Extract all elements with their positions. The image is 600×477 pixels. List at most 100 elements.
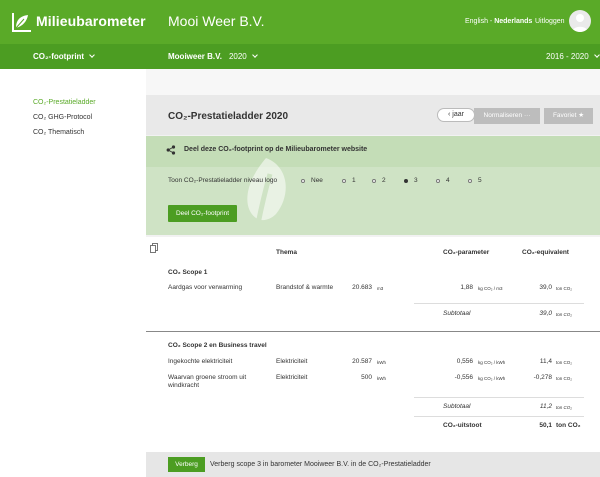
share-icon <box>166 145 176 155</box>
logo-level-option-2[interactable]: 2 <box>372 177 386 184</box>
option-label: 4 <box>446 177 450 184</box>
option-label: Nee <box>311 177 323 184</box>
column-header-parameter: CO₂-parameter <box>443 249 490 256</box>
share-footprint-button[interactable]: Deel CO₂-footprint <box>168 205 237 222</box>
table-row-amount-unit: kWh <box>377 360 386 365</box>
copy-icon[interactable] <box>150 243 158 253</box>
scope1-subtotal-label: Subtotaal <box>443 310 471 317</box>
radio-icon <box>372 178 376 183</box>
table-row-theme: Brandstof & warmte <box>276 284 334 291</box>
language-dutch[interactable]: Nederlands <box>494 18 532 25</box>
sidebar: CO₂-Prestatieladder CO₂ GHG-Protocol CO₂… <box>0 69 146 477</box>
total-label: CO₂-uitstoot <box>443 422 482 429</box>
favorite-button[interactable]: Favoriet ★ <box>544 108 593 124</box>
module-dropdown[interactable]: CO₂-footprint <box>33 52 95 61</box>
sidebar-item-ghg-protocol[interactable]: CO₂ GHG-Protocol <box>33 114 92 121</box>
chevron-down-icon <box>593 52 600 58</box>
logo-level-option-4[interactable]: 4 <box>436 177 450 184</box>
table-row-theme: Elektriciteit <box>276 358 308 365</box>
logo-level-option-1[interactable]: 1 <box>342 177 356 184</box>
radio-icon <box>436 178 440 183</box>
divider <box>414 303 584 304</box>
table-row-name: Ingekochte elektriciteit <box>168 358 233 365</box>
share-panel: Deel deze CO₂-footprint op de Milieubaro… <box>146 136 600 235</box>
option-label: 1 <box>352 177 356 184</box>
option-label: 2 <box>382 177 386 184</box>
radio-selected-icon <box>404 178 408 183</box>
table-row-theme: Elektriciteit <box>276 374 308 381</box>
scope2-title: CO₂ Scope 2 en Business travel <box>168 342 267 349</box>
table-row-parameter-unit: kg CO₂ / kWh <box>478 360 506 365</box>
logo-level-option-3[interactable]: 3 <box>404 177 418 184</box>
period-label: 2016 - 2020 <box>546 52 589 61</box>
table-row-amount-unit: kWh <box>377 376 386 381</box>
main-content: CO₂-Prestatieladder 2020 ‹ jaar Normalis… <box>146 69 600 477</box>
table-row-parameter: 1,88 <box>460 284 473 291</box>
brand-name[interactable]: Milieubarometer <box>36 13 146 29</box>
page-title: CO₂-Prestatieladder 2020 <box>168 111 289 122</box>
year-label: 2020 <box>228 52 247 61</box>
divider <box>414 416 584 417</box>
leaf-watermark-icon <box>247 158 286 225</box>
scope1-title: CO₂ Scope 1 <box>168 269 208 276</box>
table-row-name: Waarvan groene stroom uit windkracht <box>168 374 247 389</box>
logout-link[interactable]: Uitloggen <box>535 18 565 25</box>
sidebar-item-prestatieladder[interactable]: CO₂-Prestatieladder <box>33 99 96 106</box>
table-row-parameter-unit: kg CO₂ / m3 <box>478 286 503 291</box>
table-row-amount: 20.587 <box>352 358 372 365</box>
table-row-equivalent: -0,278 <box>533 374 552 381</box>
scope2-subtotal-label: Subtotaal <box>443 403 471 410</box>
share-title: Deel deze CO₂-footprint op de Milieubaro… <box>184 146 368 153</box>
scope2-subtotal-unit: ton CO₂ <box>556 405 572 410</box>
sidebar-item-thematisch[interactable]: CO₂ Thematisch <box>33 129 84 136</box>
logo-level-option-nee[interactable]: Nee <box>301 177 323 184</box>
normalize-button[interactable]: Normaliseren ··· <box>474 108 540 124</box>
hide-scope3-button[interactable]: Verberg <box>168 457 205 472</box>
milieubarometer-logo-icon[interactable] <box>10 10 34 34</box>
radio-icon <box>468 178 472 183</box>
entity-label: Mooiweer B.V. <box>168 52 222 61</box>
period-dropdown[interactable]: 2016 - 2020 <box>546 52 600 61</box>
column-header-theme: Thema <box>276 249 297 256</box>
table-row-name: Aardgas voor verwarming <box>168 284 243 291</box>
context-bar: CO₂-footprint Mooiweer B.V. 2020 2016 - … <box>0 44 600 69</box>
language-switch: English - Nederlands <box>465 18 532 25</box>
table-row-amount: 500 <box>361 374 372 381</box>
logo-level-label: Toon CO₂-Prestatieladder niveau logo <box>168 177 278 184</box>
option-label: 3 <box>414 177 418 184</box>
scope1-subtotal-value: 39,0 <box>539 310 552 317</box>
scope2-subtotal-value: 11,2 <box>539 403 552 410</box>
option-label: 5 <box>478 177 482 184</box>
table-row-parameter-unit: kg CO₂ / kWh <box>478 376 506 381</box>
top-bar: Milieubarometer Mooi Weer B.V. English -… <box>0 0 600 44</box>
chevron-down-icon <box>251 52 258 58</box>
total-unit: ton CO₂ <box>556 422 581 429</box>
total-value: 50,1 <box>539 422 552 429</box>
table-row-equivalent-unit: ton CO₂ <box>556 376 573 381</box>
table-row-amount: 20.683 <box>352 284 372 291</box>
avatar[interactable] <box>569 10 591 32</box>
scope1-subtotal-unit: ton CO₂ <box>556 312 572 317</box>
radio-icon <box>342 178 346 183</box>
radio-icon <box>301 178 305 183</box>
table-row-equivalent-unit: ton CO₂ <box>556 286 573 291</box>
organization-name: Mooi Weer B.V. <box>168 13 265 29</box>
emissions-table: Thema CO₂-parameter CO₂-equivalent CO₂ S… <box>146 237 600 452</box>
table-row-amount-unit: m3 <box>377 286 384 291</box>
scope3-bar: Verberg Verberg scope 3 in barometer Moo… <box>146 452 600 477</box>
previous-year-button[interactable]: ‹ jaar <box>437 108 475 122</box>
divider <box>414 397 584 398</box>
entity-year-dropdown[interactable]: Mooiweer B.V. 2020 <box>168 52 258 61</box>
logo-level-option-5[interactable]: 5 <box>468 177 482 184</box>
module-label: CO₂-footprint <box>33 52 85 61</box>
user-icon <box>572 14 588 32</box>
table-row-equivalent-unit: ton CO₂ <box>556 360 573 365</box>
table-row-parameter: 0,556 <box>456 358 473 365</box>
table-row-equivalent: 11,4 <box>539 358 552 365</box>
main-spacer <box>146 69 600 95</box>
language-english[interactable]: English <box>465 18 488 25</box>
table-row-equivalent: 39,0 <box>539 284 552 291</box>
hide-scope3-text: Verberg scope 3 in barometer Mooiweer B.… <box>210 461 431 468</box>
column-header-equivalent: CO₂-equivalent <box>522 249 569 256</box>
section-divider <box>146 331 600 332</box>
